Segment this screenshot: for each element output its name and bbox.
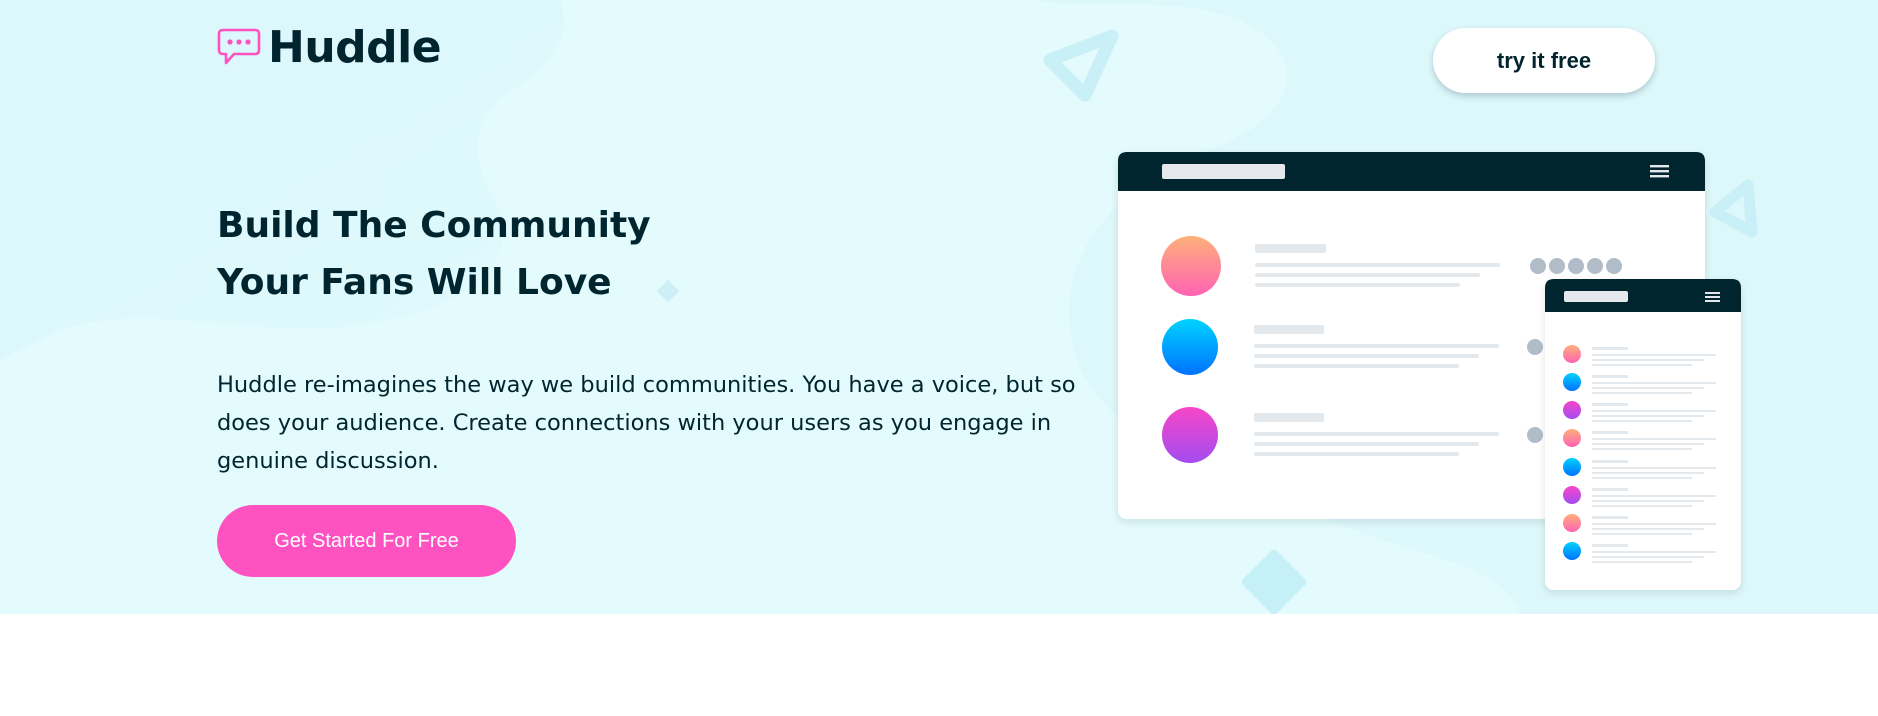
participant-dot bbox=[1527, 339, 1543, 355]
get-started-button[interactable]: Get Started For Free bbox=[217, 505, 516, 577]
avatar bbox=[1161, 236, 1221, 296]
hamburger-menu-icon bbox=[1705, 292, 1720, 302]
brand-name: Huddle bbox=[268, 22, 442, 73]
hamburger-menu-icon bbox=[1650, 165, 1669, 178]
desktop-title-placeholder bbox=[1162, 164, 1285, 179]
chat-bubble-icon bbox=[217, 28, 261, 65]
triangle-decoration bbox=[1043, 29, 1119, 102]
hero-headline: Build The Community Your Fans Will Love bbox=[217, 197, 917, 311]
brand-logo[interactable]: Huddle bbox=[217, 22, 442, 73]
app-mockup-illustration bbox=[1118, 152, 1741, 590]
headline-line-2: Your Fans Will Love bbox=[217, 262, 612, 303]
headline-line-1: Build The Community bbox=[217, 205, 651, 246]
avatar bbox=[1162, 319, 1218, 375]
mobile-title-placeholder bbox=[1564, 291, 1628, 302]
avatar bbox=[1162, 407, 1218, 463]
participant-dot bbox=[1527, 427, 1543, 443]
hero-section: Huddle try it free Build The Community Y… bbox=[0, 0, 1878, 614]
hero-description: Huddle re-imagines the way we build comm… bbox=[217, 372, 1076, 474]
try-it-free-button[interactable]: try it free bbox=[1433, 28, 1655, 93]
